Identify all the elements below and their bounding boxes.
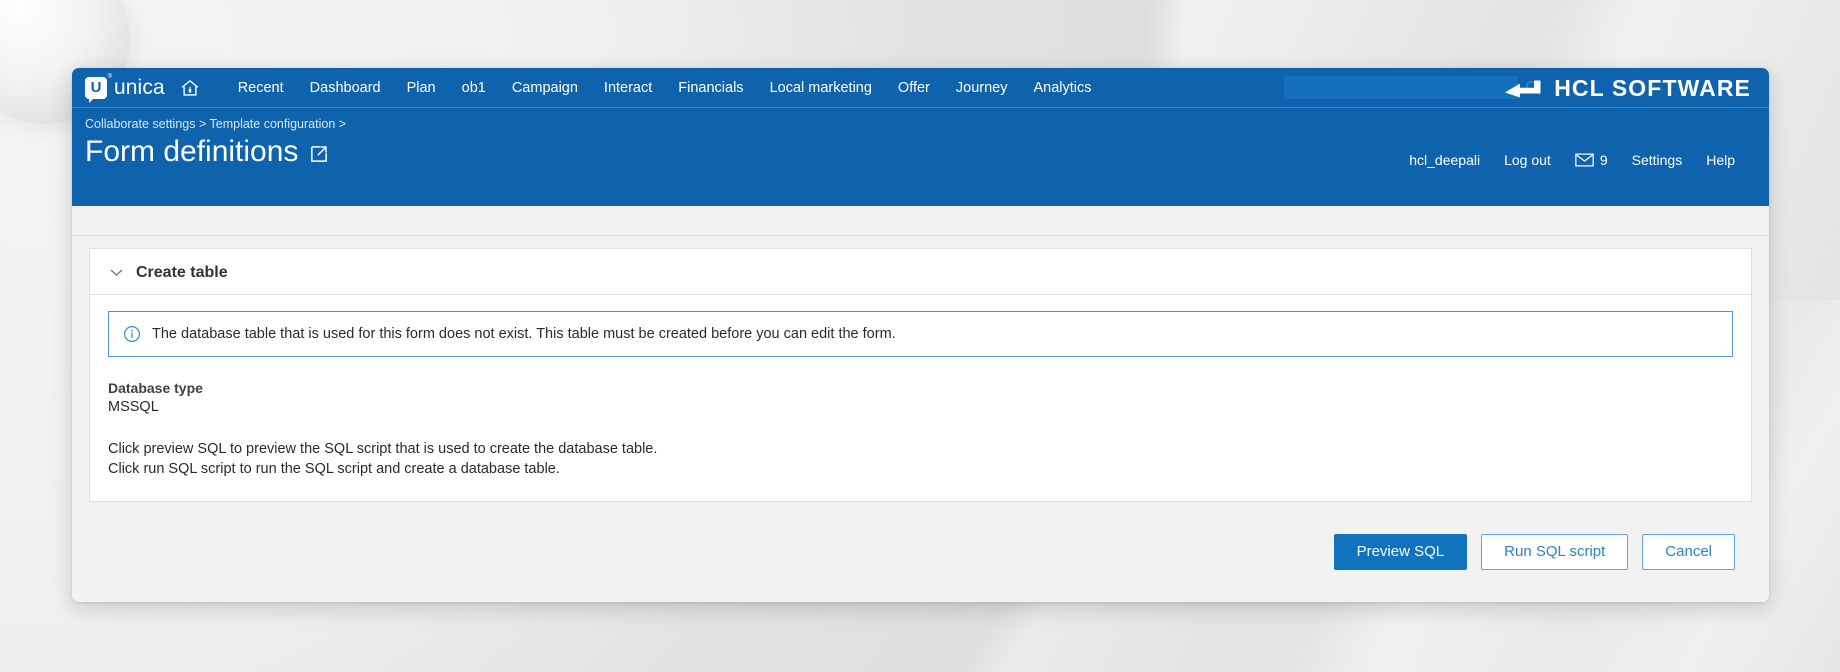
nav-link-campaign[interactable]: Campaign [499,68,591,108]
breadcrumb[interactable]: Collaborate settings > Template configur… [85,116,1769,132]
card-body: The database table that is used for this… [90,295,1751,501]
hcl-software-logo: HCL SOFTWARE [1503,68,1751,108]
database-type-label: Database type [108,380,203,396]
nav-link-analytics[interactable]: Analytics [1020,68,1104,108]
unica-brand[interactable]: U ® unica [85,74,165,103]
nav-link-financials[interactable]: Financials [665,68,756,108]
database-type-field: Database type MSSQL [108,379,1733,417]
nav-links: Recent Dashboard Plan ob1 Campaign Inter… [225,68,1105,108]
unica-logo-letter: U [90,79,102,96]
search-input[interactable] [1284,76,1518,99]
database-type-value: MSSQL [108,399,159,415]
cancel-button[interactable]: Cancel [1642,534,1735,570]
external-link-icon[interactable] [308,143,330,165]
page-header: Collaborate settings > Template configur… [72,108,1769,206]
top-navigation-bar: U ® unica Recent Dashboard Plan ob1 Camp… [72,68,1769,108]
nav-link-interact[interactable]: Interact [591,68,665,108]
application-window: U ® unica Recent Dashboard Plan ob1 Camp… [72,68,1769,602]
nav-link-recent[interactable]: Recent [225,68,297,108]
card-title: Create table [136,263,228,281]
nav-link-local-marketing[interactable]: Local marketing [757,68,885,108]
card-header: Create table [90,249,1751,295]
preview-sql-button[interactable]: Preview SQL [1333,534,1468,570]
unica-logo-icon: U ® [85,74,112,103]
account-toolbar: hcl_deepali Log out 9 Settings Help [1397,150,1747,170]
nav-link-dashboard[interactable]: Dashboard [297,68,394,108]
envelope-icon [1575,153,1594,167]
settings-link[interactable]: Settings [1620,150,1695,170]
help-link[interactable]: Help [1694,150,1747,170]
nav-link-ob1[interactable]: ob1 [449,68,499,108]
registered-mark: ® [107,73,112,80]
create-table-card: Create table The database table that is … [89,248,1752,502]
info-message-text: The database table that is used for this… [152,326,896,342]
messages-indicator[interactable]: 9 [1563,150,1620,170]
chevron-down-icon[interactable] [108,264,125,281]
content-area: Create table The database table that is … [72,236,1769,602]
instruction-line-1: Click preview SQL to preview the SQL scr… [108,441,658,457]
page-title: Form definitions [85,135,299,168]
info-circle-icon [123,325,141,343]
nav-link-offer[interactable]: Offer [885,68,943,108]
username-label: hcl_deepali [1409,152,1481,168]
hcl-software-text: HCL SOFTWARE [1554,74,1751,101]
nav-link-plan[interactable]: Plan [394,68,449,108]
hcl-arrow-logo-icon [1505,80,1541,97]
home-icon[interactable] [179,77,201,99]
logout-link[interactable]: Log out [1492,150,1563,170]
instructions-block: Click preview SQL to preview the SQL scr… [108,439,1733,479]
action-footer: Preview SQL Run SQL script Cancel [89,502,1752,602]
toolbar-strip [72,206,1769,236]
brand-name-label: unica [114,76,165,99]
instruction-line-2: Click run SQL script to run the SQL scri… [108,461,560,477]
run-sql-script-button[interactable]: Run SQL script [1481,534,1629,570]
info-message: The database table that is used for this… [108,311,1733,357]
nav-link-journey[interactable]: Journey [943,68,1021,108]
messages-count: 9 [1599,152,1608,168]
